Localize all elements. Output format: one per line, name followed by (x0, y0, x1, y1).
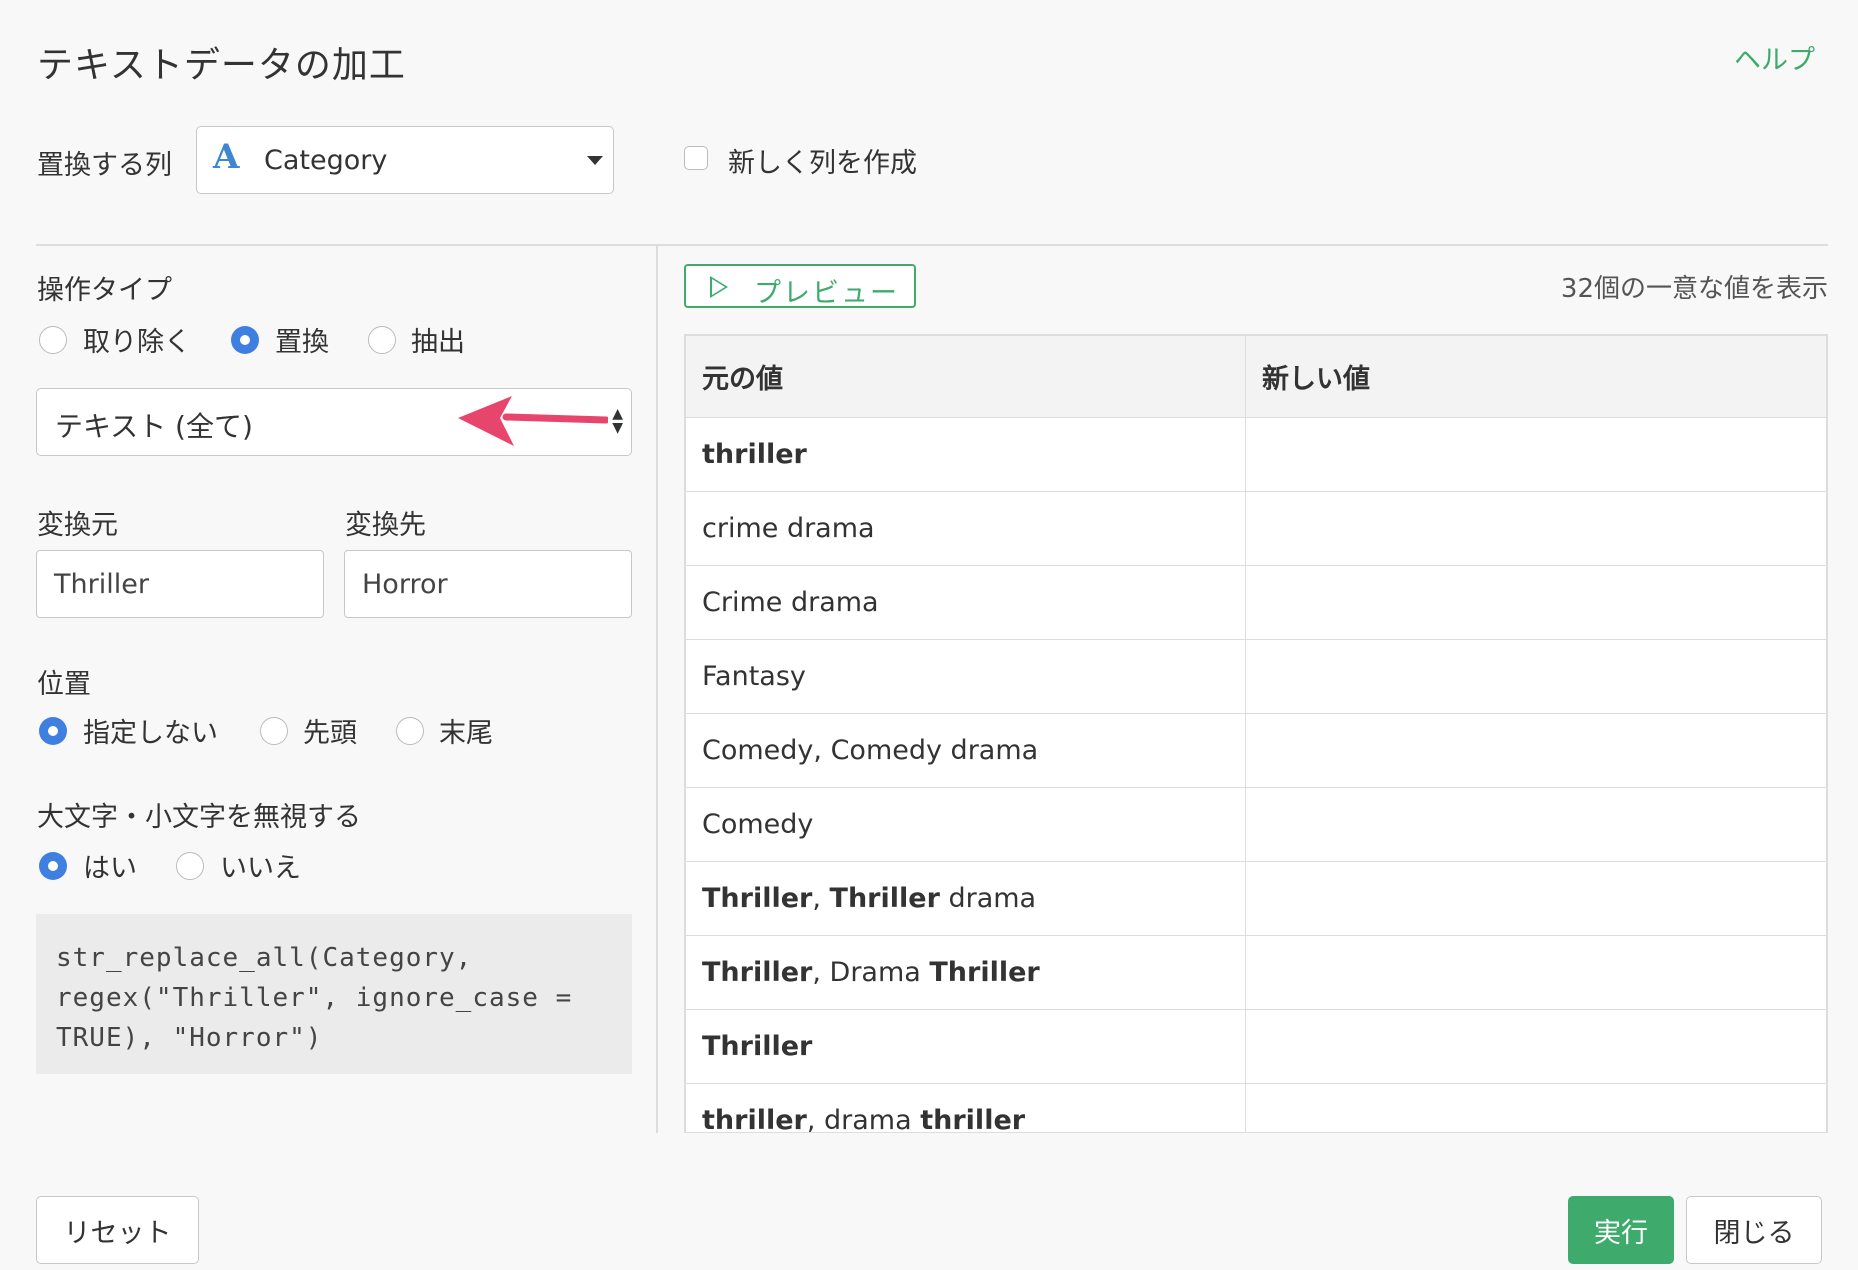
cell-text-segment: Comedy, Comedy drama (702, 735, 1039, 766)
cell-original-value: Thriller, Thriller drama (685, 861, 1246, 936)
cell-text-segment: Crime drama (702, 587, 879, 618)
table-header-row: 元の値 新しい値 (685, 335, 1827, 418)
radio-position-end-label: 末尾 (439, 718, 493, 749)
column-select[interactable]: A Category (196, 126, 614, 194)
cell-new-value (1245, 861, 1827, 936)
divider-horizontal (36, 244, 1828, 246)
radio-ignore-no-label: いいえ (220, 853, 301, 884)
position-label: 位置 (37, 669, 91, 700)
table-row: Thriller (685, 1009, 1827, 1084)
radio-position-start[interactable] (260, 717, 288, 745)
radio-remove-label: 取り除く (83, 327, 191, 358)
divider-vertical (656, 246, 658, 1133)
cell-text-segment: Thriller (702, 1031, 813, 1062)
unique-count: 32個の一意な値を表示 (1560, 274, 1828, 304)
operation-label: 操作タイプ (37, 275, 172, 306)
cell-text-segment: Thriller (702, 957, 813, 988)
preview-button-label: プレビュー (754, 278, 899, 309)
table-row: thriller, drama thriller (685, 1083, 1827, 1133)
cell-new-value (1245, 713, 1827, 788)
radio-ignore-yes-label: はい (83, 853, 137, 884)
table-row: thriller (685, 417, 1827, 492)
table-row: Crime drama (685, 565, 1827, 640)
cell-original-value: thriller (685, 417, 1246, 492)
cell-new-value (1245, 787, 1827, 862)
table-row: Thriller, Thriller drama (685, 861, 1827, 936)
to-input-value: Horror (362, 569, 448, 600)
cell-original-value: Crime drama (685, 565, 1246, 640)
from-input[interactable]: Thriller (36, 550, 324, 618)
cell-text-segment: thriller (920, 1105, 1026, 1133)
annotation-arrow-icon (458, 396, 608, 446)
text-type-value: テキスト (全て) (55, 410, 253, 443)
column-select-value: Category (264, 145, 388, 176)
dialog-title: テキストデータの加工 (37, 45, 406, 86)
select-updown-icon: ▲ ▼ (612, 406, 623, 436)
cell-text-segment: Thriller (929, 957, 1040, 988)
radio-extract-label: 抽出 (411, 327, 465, 358)
cell-new-value (1245, 417, 1827, 492)
table-row: Comedy, Comedy drama (685, 713, 1827, 788)
cell-new-value (1245, 1009, 1827, 1084)
preview-button[interactable]: プレビュー (684, 264, 916, 309)
run-button[interactable]: 実行 (1568, 1196, 1674, 1264)
cell-text-segment: , Drama (812, 957, 930, 988)
to-input[interactable]: Horror (344, 550, 632, 618)
cell-text-segment: Thriller (829, 883, 940, 914)
new-column-checkbox[interactable] (684, 146, 708, 170)
cell-new-value (1245, 639, 1827, 714)
cell-original-value: Comedy (685, 787, 1246, 862)
cell-text-segment: crime drama (702, 513, 875, 544)
text-type-icon: A (213, 137, 240, 177)
table-row: Fantasy (685, 639, 1827, 714)
preview-table: 元の値 新しい値 thriller crime drama Crime drama F… (684, 334, 1828, 1133)
table-row: crime drama (685, 491, 1827, 566)
cell-text-segment: thriller (702, 439, 807, 470)
play-icon (710, 276, 728, 298)
cell-new-value (1245, 1083, 1827, 1132)
cell-original-value: Fantasy (685, 639, 1246, 714)
help-link[interactable]: ヘルプ (1734, 38, 1815, 77)
close-button[interactable]: 閉じる (1686, 1196, 1822, 1264)
reset-button[interactable]: リセット (36, 1196, 199, 1264)
cell-original-value: Thriller, Drama Thriller (685, 935, 1246, 1010)
cell-text-segment: Fantasy (702, 661, 806, 692)
to-label: 変換先 (345, 510, 426, 541)
column-header-original: 元の値 (685, 335, 1246, 418)
radio-extract[interactable] (368, 326, 396, 354)
radio-ignore-yes[interactable] (39, 852, 67, 880)
generated-code: str_replace_all(Category, regex("Thrille… (36, 914, 632, 1074)
radio-replace-label: 置換 (275, 327, 329, 358)
column-label: 置換する列 (37, 150, 172, 181)
table-row: Comedy (685, 787, 1827, 862)
cell-new-value (1245, 491, 1827, 566)
cell-text-segment: Comedy (702, 809, 814, 840)
from-input-value: Thriller (54, 569, 149, 600)
cell-new-value (1245, 935, 1827, 1010)
radio-position-start-label: 先頭 (303, 718, 357, 749)
cell-new-value (1245, 565, 1827, 640)
radio-replace[interactable] (231, 326, 259, 354)
column-header-new: 新しい値 (1245, 335, 1827, 418)
ignore-case-label: 大文字・小文字を無視する (37, 802, 361, 833)
cell-text-segment: drama (939, 883, 1037, 914)
cell-text-segment: thriller (702, 1105, 807, 1133)
cell-original-value: crime drama (685, 491, 1246, 566)
table-row: Thriller, Drama Thriller (685, 935, 1827, 1010)
cell-text-segment: , drama (806, 1105, 921, 1133)
radio-position-none-label: 指定しない (83, 718, 218, 749)
cell-text-segment: Thriller (702, 883, 813, 914)
radio-position-none[interactable] (39, 717, 67, 745)
new-column-label: 新しく列を作成 (728, 148, 917, 179)
chevron-down-icon (587, 156, 603, 165)
radio-position-end[interactable] (396, 717, 424, 745)
from-label: 変換元 (37, 510, 118, 541)
radio-ignore-no[interactable] (176, 852, 204, 880)
cell-text-segment: , (812, 883, 830, 914)
radio-remove[interactable] (39, 326, 67, 354)
cell-original-value: thriller, drama thriller (685, 1083, 1246, 1133)
cell-original-value: Thriller (685, 1009, 1246, 1084)
cell-original-value: Comedy, Comedy drama (685, 713, 1246, 788)
